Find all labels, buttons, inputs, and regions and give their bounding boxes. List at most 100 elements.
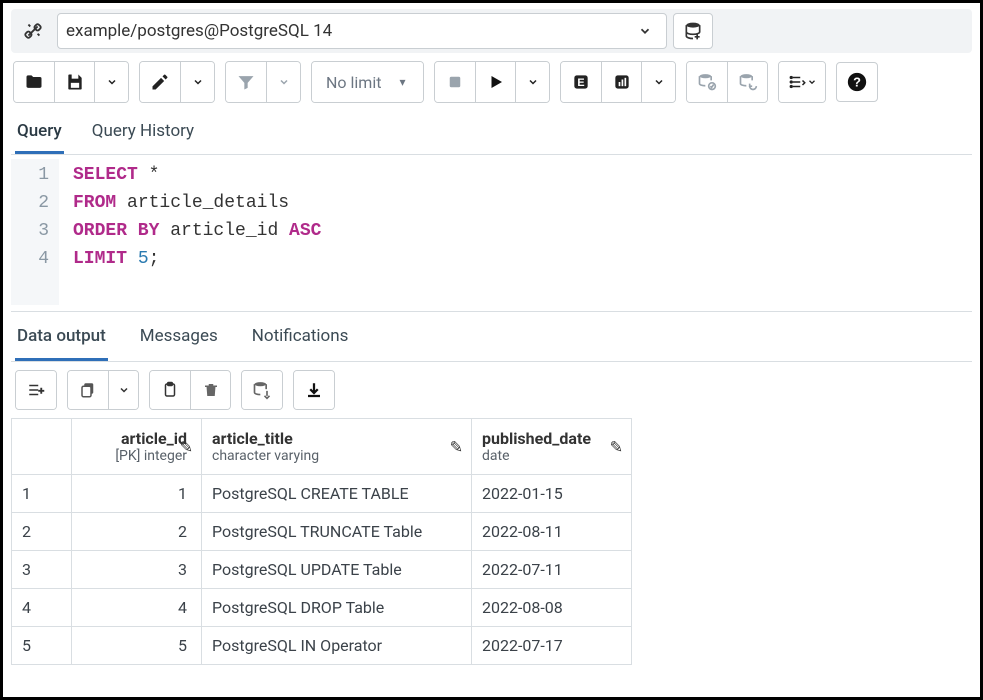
triangle-down-icon: ▾: [399, 75, 405, 89]
row-index: 5: [12, 627, 72, 665]
svg-text:E: E: [578, 77, 585, 89]
column-header-article-id[interactable]: article_id [PK] integer ✎: [72, 419, 202, 475]
line-number: 3: [11, 217, 49, 245]
edit-dropdown[interactable]: [180, 62, 214, 102]
query-toolbar: No limit ▾ E: [11, 53, 972, 109]
row-limit-label: No limit: [326, 73, 381, 92]
row-index: 4: [12, 589, 72, 627]
sql-keyword: ORDER BY: [73, 221, 159, 241]
cell-article-title[interactable]: PostgreSQL CREATE TABLE: [202, 475, 472, 513]
open-file-button[interactable]: [14, 62, 54, 102]
column-header-published-date[interactable]: published_date date ✎: [472, 419, 632, 475]
filter-button[interactable]: [226, 62, 266, 102]
explain-analyze-button[interactable]: [601, 62, 641, 102]
stop-button[interactable]: [435, 62, 475, 102]
commit-button[interactable]: [687, 62, 727, 102]
save-data-button[interactable]: [242, 371, 282, 409]
output-tabs: Data output Messages Notifications: [11, 311, 972, 362]
new-connection-button[interactable]: [673, 13, 713, 49]
line-number: 1: [11, 161, 49, 189]
edit-icon[interactable]: ✎: [180, 437, 193, 456]
row-limit-select[interactable]: No limit ▾: [312, 62, 423, 102]
edit-icon[interactable]: ✎: [610, 437, 623, 456]
sql-editor[interactable]: 1 2 3 4 SELECT * FROM article_details OR…: [11, 155, 972, 305]
tab-notifications[interactable]: Notifications: [250, 320, 351, 361]
table-row[interactable]: 3 3 PostgreSQL UPDATE Table 2022-07-11: [12, 551, 632, 589]
row-index-header[interactable]: [12, 419, 72, 475]
row-index: 1: [12, 475, 72, 513]
delete-button[interactable]: [190, 371, 230, 409]
edit-icon[interactable]: ✎: [450, 437, 463, 456]
sql-text: ;: [149, 249, 160, 269]
sql-keyword: ASC: [289, 221, 321, 241]
tab-messages[interactable]: Messages: [138, 320, 220, 361]
rollback-button[interactable]: [727, 62, 767, 102]
connection-bar: example/postgres@PostgreSQL 14: [11, 9, 972, 53]
cell-published-date[interactable]: 2022-08-11: [472, 513, 632, 551]
connection-label: example/postgres@PostgreSQL 14: [66, 21, 638, 41]
column-type: [PK] integer: [82, 448, 187, 464]
line-gutter: 1 2 3 4: [11, 159, 59, 305]
cell-published-date[interactable]: 2022-01-15: [472, 475, 632, 513]
save-dropdown[interactable]: [94, 62, 128, 102]
query-tabs: Query Query History: [11, 109, 972, 155]
macros-button[interactable]: [779, 62, 825, 102]
column-type: character varying: [212, 448, 461, 464]
cell-article-id[interactable]: 2: [72, 513, 202, 551]
add-row-button[interactable]: [16, 371, 56, 409]
copy-button[interactable]: [68, 371, 108, 409]
cell-published-date[interactable]: 2022-07-11: [472, 551, 632, 589]
row-index: 3: [12, 551, 72, 589]
sql-keyword: SELECT: [73, 165, 138, 185]
column-type: date: [482, 448, 621, 464]
sql-text: [127, 249, 138, 269]
line-number: 4: [11, 245, 49, 273]
column-name: published_date: [482, 429, 591, 448]
tab-query[interactable]: Query: [15, 115, 64, 154]
help-button[interactable]: ?: [836, 62, 878, 102]
cell-article-title[interactable]: PostgreSQL TRUNCATE Table: [202, 513, 472, 551]
chevron-down-icon: [638, 24, 658, 38]
copy-dropdown[interactable]: [108, 371, 138, 409]
sql-number: 5: [138, 249, 149, 269]
save-button[interactable]: [54, 62, 94, 102]
tab-query-history[interactable]: Query History: [90, 115, 196, 154]
cell-article-title[interactable]: PostgreSQL IN Operator: [202, 627, 472, 665]
sql-text: article_id: [159, 221, 289, 241]
code-area[interactable]: SELECT * FROM article_details ORDER BY a…: [59, 159, 321, 305]
column-name: article_title: [212, 429, 293, 448]
cell-article-id[interactable]: 1: [72, 475, 202, 513]
table-row[interactable]: 2 2 PostgreSQL TRUNCATE Table 2022-08-11: [12, 513, 632, 551]
table-row[interactable]: 5 5 PostgreSQL IN Operator 2022-07-17: [12, 627, 632, 665]
cell-article-id[interactable]: 3: [72, 551, 202, 589]
result-table: article_id [PK] integer ✎ article_title …: [11, 418, 632, 665]
sql-keyword: FROM: [73, 193, 116, 213]
column-name: article_id: [121, 429, 187, 448]
cell-article-title[interactable]: PostgreSQL UPDATE Table: [202, 551, 472, 589]
cell-article-title[interactable]: PostgreSQL DROP Table: [202, 589, 472, 627]
output-toolbar: [11, 362, 972, 418]
row-index: 2: [12, 513, 72, 551]
line-number: 2: [11, 189, 49, 217]
sql-text: article_details: [116, 193, 289, 213]
column-header-article-title[interactable]: article_title character varying ✎: [202, 419, 472, 475]
cell-published-date[interactable]: 2022-07-17: [472, 627, 632, 665]
table-row[interactable]: 1 1 PostgreSQL CREATE TABLE 2022-01-15: [12, 475, 632, 513]
cell-article-id[interactable]: 4: [72, 589, 202, 627]
disconnect-icon[interactable]: [15, 13, 51, 49]
explain-button[interactable]: E: [561, 62, 601, 102]
filter-dropdown[interactable]: [266, 62, 300, 102]
table-row[interactable]: 4 4 PostgreSQL DROP Table 2022-08-08: [12, 589, 632, 627]
cell-published-date[interactable]: 2022-08-08: [472, 589, 632, 627]
edit-button[interactable]: [140, 62, 180, 102]
execute-button[interactable]: [475, 62, 515, 102]
paste-button[interactable]: [150, 371, 190, 409]
sql-keyword: LIMIT: [73, 249, 127, 269]
connection-select[interactable]: example/postgres@PostgreSQL 14: [57, 13, 667, 49]
tab-data-output[interactable]: Data output: [15, 320, 108, 361]
execute-dropdown[interactable]: [515, 62, 549, 102]
download-button[interactable]: [294, 371, 334, 409]
explain-dropdown[interactable]: [641, 62, 675, 102]
sql-text: *: [138, 165, 160, 185]
cell-article-id[interactable]: 5: [72, 627, 202, 665]
